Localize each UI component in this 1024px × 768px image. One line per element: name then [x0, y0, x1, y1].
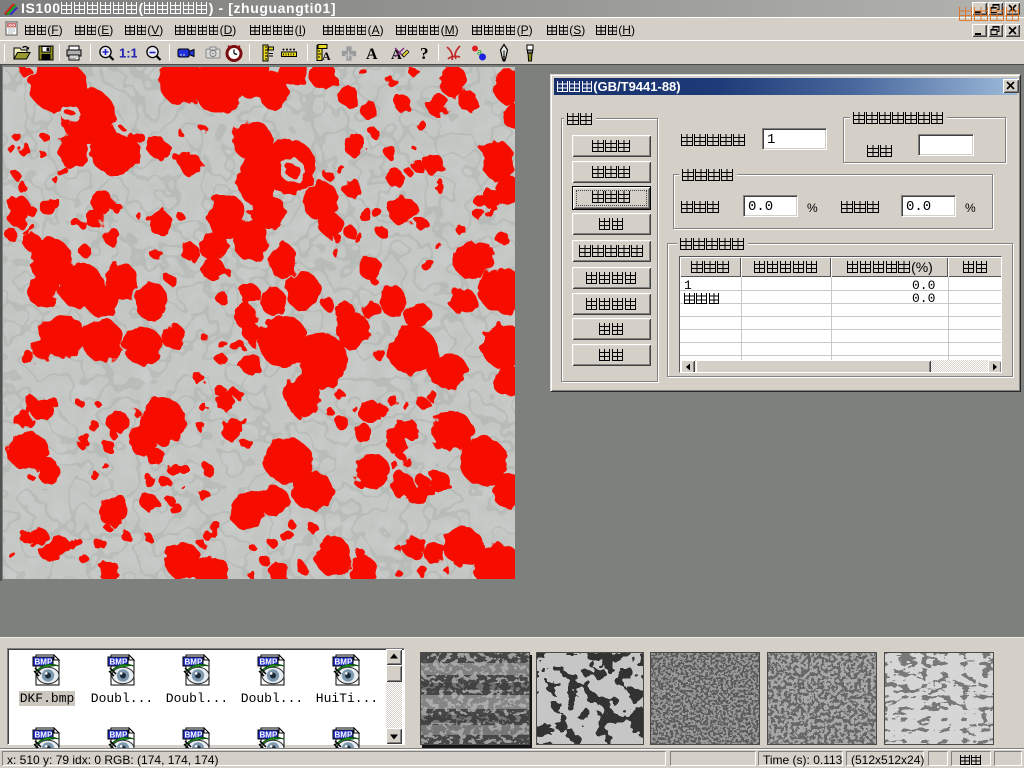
svg-text:1:1: 1:1 — [119, 46, 137, 61]
svg-text:DOC: DOC — [8, 24, 16, 28]
svg-text:A: A — [366, 46, 378, 63]
svg-text:?: ? — [420, 44, 429, 63]
svg-text:A: A — [322, 49, 331, 63]
